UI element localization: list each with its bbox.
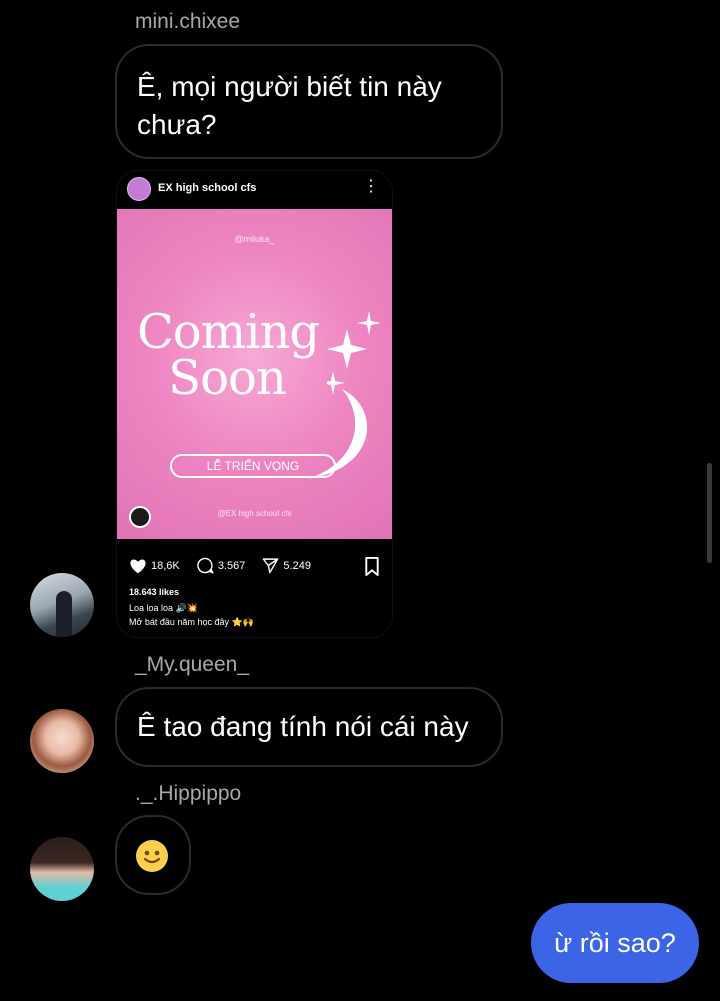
message-bubble[interactable]: Ê, mọi người biết tin này chưa? xyxy=(115,44,503,159)
post-bottom-watermark: @EX high school cfs xyxy=(217,509,292,518)
avatar[interactable] xyxy=(30,573,94,637)
message-text: Ê, mọi người biết tin này chưa? xyxy=(137,71,442,140)
post-image[interactable]: @miluka_ Coming Soon LỄ TRIỂN VỌNG @EX h… xyxy=(117,209,392,539)
smiling-face-emoji-icon xyxy=(136,840,168,872)
heart-icon xyxy=(130,559,146,574)
message-bubble[interactable]: Ê tao đang tính nói cái này xyxy=(115,687,503,767)
bookmark-icon[interactable] xyxy=(364,557,380,581)
post-likes-text: 18.643 likes xyxy=(129,587,180,597)
share-action[interactable]: 5.249 xyxy=(262,557,318,574)
my-message-bubble[interactable]: ừ rồi sao? xyxy=(531,903,699,983)
sender-name: _My.queen_ xyxy=(135,653,250,676)
like-action[interactable]: 18,6K xyxy=(129,558,187,574)
post-account-name[interactable]: EX high school cfs xyxy=(158,182,256,194)
headline-line1: Coming xyxy=(137,304,320,360)
avatar[interactable] xyxy=(30,837,94,901)
more-options-icon[interactable]: ⋮ xyxy=(363,176,379,196)
comment-action[interactable]: 3.567 xyxy=(197,557,253,574)
avatar[interactable] xyxy=(30,709,94,773)
post-caption: Loa loa loa 🔊💥 Mở bát đầu năm học đây ⭐🙌 xyxy=(129,601,254,629)
shares-count: 5.249 xyxy=(283,559,311,572)
shared-post[interactable]: EX high school cfs ⋮ @miluka_ Coming Soo… xyxy=(116,170,393,638)
scrollbar[interactable] xyxy=(707,463,712,563)
caption-line: Mở bát đầu năm học đây ⭐🙌 xyxy=(129,617,254,627)
sender-name: mini.chixee xyxy=(135,10,241,33)
event-label: LỄ TRIỂN VỌNG xyxy=(170,454,336,478)
message-text: Ê tao đang tính nói cái này xyxy=(137,711,469,742)
comment-icon xyxy=(197,557,214,574)
send-icon xyxy=(263,558,279,574)
post-actions: 18,6K 3.567 5.249 xyxy=(129,557,325,577)
sender-name: ._.Hippippo xyxy=(135,782,242,805)
likes-count: 18,6K xyxy=(151,560,180,572)
post-header: EX high school cfs ⋮ xyxy=(117,171,392,209)
message-text: ừ rồi sao? xyxy=(554,928,676,958)
post-top-watermark: @miluka_ xyxy=(234,234,275,244)
avatar-figure xyxy=(56,591,72,637)
caption-line: Loa loa loa 🔊💥 xyxy=(129,603,198,613)
comments-count: 3.567 xyxy=(217,559,246,572)
post-account-avatar[interactable] xyxy=(127,177,151,201)
